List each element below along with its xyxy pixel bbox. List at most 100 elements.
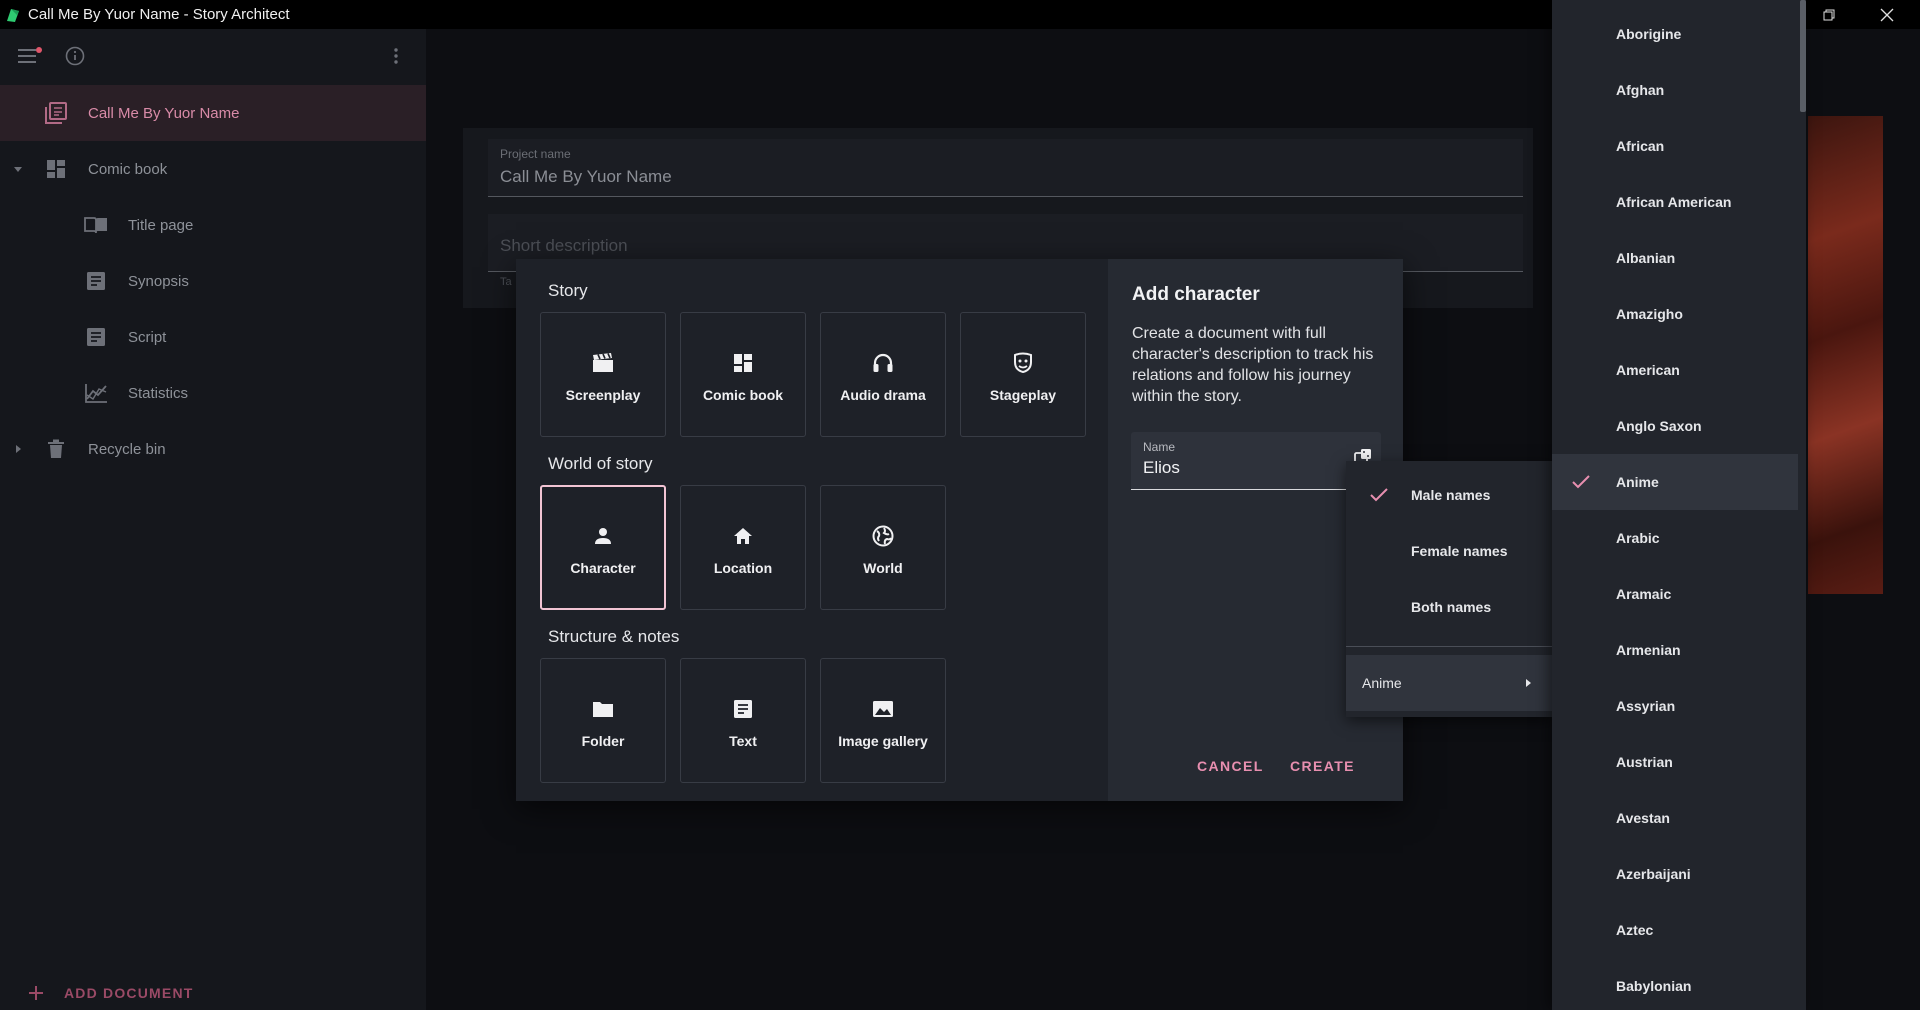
menu-item-both-names[interactable]: Both names	[1346, 579, 1552, 635]
tree-item-comic-book[interactable]: Comic book	[0, 141, 426, 197]
close-window-button[interactable]	[1858, 0, 1916, 29]
menu-item-female-names[interactable]: Female names	[1346, 523, 1552, 579]
project-name-field[interactable]: Project name Call Me By Yuor Name	[488, 139, 1523, 197]
short-description-placeholder: Short description	[500, 236, 628, 255]
notification-dot	[36, 47, 42, 53]
origin-list-item[interactable]: Aztec	[1552, 902, 1798, 958]
project-name-value: Call Me By Yuor Name	[500, 167, 672, 186]
tree-item-label: Comic book	[88, 160, 168, 178]
tree-item-title-page[interactable]: Title page	[0, 197, 426, 253]
tree-item-label: Recycle bin	[88, 440, 166, 458]
name-options-menu: Male names Female names Both names Anime	[1346, 461, 1552, 717]
origin-list-item[interactable]: Aborigine	[1552, 6, 1798, 62]
character-name-input[interactable]	[1143, 458, 1343, 478]
tile-label: Text	[729, 733, 757, 749]
restore-icon	[1823, 9, 1835, 20]
menu-divider	[1346, 646, 1552, 647]
chevron-down-icon[interactable]	[13, 164, 23, 174]
character-name-field[interactable]: Name	[1131, 432, 1381, 490]
origin-list-item[interactable]: Avestan	[1552, 790, 1798, 846]
dashboard-icon	[47, 160, 65, 178]
more-vert-icon[interactable]	[393, 47, 399, 65]
origin-list-item-label: Amazigho	[1616, 306, 1683, 322]
add-document-button[interactable]: ADD DOCUMENT	[28, 985, 194, 1001]
menu-item-label: Both names	[1411, 599, 1492, 615]
tile-label: World	[863, 560, 903, 576]
cancel-button[interactable]: CANCEL	[1197, 758, 1264, 774]
menu-item-male-names[interactable]: Male names	[1346, 467, 1552, 523]
origin-list-item[interactable]: Amazigho	[1552, 286, 1798, 342]
origin-list-item[interactable]: African	[1552, 118, 1798, 174]
origin-list-item-label: African	[1616, 138, 1665, 154]
restore-window-button[interactable]	[1800, 0, 1858, 29]
tree-item-label: Statistics	[128, 384, 189, 402]
folder-icon	[593, 702, 613, 717]
tree-item-statistics[interactable]: Statistics	[0, 365, 426, 421]
tree-item-recycle-bin[interactable]: Recycle bin	[0, 421, 426, 477]
tile-text[interactable]: Text	[680, 658, 806, 783]
tree-item-script[interactable]: Script	[0, 309, 426, 365]
tile-screenplay[interactable]: Screenplay	[540, 312, 666, 437]
check-icon	[1572, 475, 1590, 489]
origin-list-item-label: African American	[1616, 194, 1732, 210]
project-icon	[45, 102, 67, 124]
chevron-right-icon[interactable]	[13, 444, 23, 454]
hamburger-menu-icon[interactable]	[17, 48, 37, 64]
tree-item-label: Script	[128, 328, 167, 346]
tree-item-label: Call Me By Yuor Name	[88, 104, 240, 122]
origin-list-item[interactable]: Arabic	[1552, 510, 1798, 566]
origin-list-item-label: Babylonian	[1616, 978, 1692, 994]
origin-list-item[interactable]: Armenian	[1552, 622, 1798, 678]
create-button[interactable]: CREATE	[1290, 758, 1355, 774]
character-name-label: Name	[1143, 440, 1176, 454]
text-doc-icon	[734, 700, 752, 718]
origin-list-item[interactable]: Albanian	[1552, 230, 1798, 286]
tile-location[interactable]: Location	[680, 485, 806, 610]
origin-list-item[interactable]: Anime	[1552, 454, 1798, 510]
navigator-sidebar: Call Me By Yuor Name Comic book Title pa…	[0, 29, 426, 1010]
close-icon	[1880, 8, 1894, 21]
globe-icon	[872, 525, 894, 547]
tile-comic-book[interactable]: Comic book	[680, 312, 806, 437]
origin-list-item[interactable]: Aramaic	[1552, 566, 1798, 622]
tile-stageplay[interactable]: Stageplay	[960, 312, 1086, 437]
home-icon	[734, 528, 752, 544]
tile-label: Location	[713, 560, 773, 576]
origin-list-item-label: Aztec	[1616, 922, 1654, 938]
tree-item-synopsis[interactable]: Synopsis	[0, 253, 426, 309]
plus-icon	[29, 986, 43, 1000]
tile-character[interactable]: Character	[540, 485, 666, 610]
tile-label: Audio drama	[840, 387, 926, 403]
tile-label: Character	[570, 560, 636, 576]
add-document-label: ADD DOCUMENT	[64, 985, 194, 1001]
origin-list-item[interactable]: Anglo Saxon	[1552, 398, 1798, 454]
tile-label: Image gallery	[838, 733, 928, 749]
origin-list-item[interactable]: Austrian	[1552, 734, 1798, 790]
tile-world[interactable]: World	[820, 485, 946, 610]
trash-icon	[48, 439, 64, 458]
dialog-description: Create a document with full character's …	[1132, 325, 1374, 405]
list-scrollbar[interactable]	[1800, 0, 1806, 112]
info-icon[interactable]	[65, 46, 85, 66]
tile-label: Screenplay	[565, 387, 641, 403]
origin-list-item[interactable]: Azerbaijani	[1552, 846, 1798, 902]
origin-list-item-label: Arabic	[1616, 530, 1660, 546]
tags-label: Ta	[500, 276, 512, 288]
chevron-right-icon	[1526, 679, 1531, 687]
origin-list-item[interactable]: African American	[1552, 174, 1798, 230]
origin-list-item[interactable]: Assyrian	[1552, 678, 1798, 734]
origin-list-item[interactable]: Babylonian	[1552, 958, 1798, 1010]
tile-audio-drama[interactable]: Audio drama	[820, 312, 946, 437]
tree-item-label: Title page	[128, 216, 194, 234]
name-origin-list[interactable]: Aborigine Afghan African African American Al…	[1552, 0, 1806, 1010]
tree-item-project[interactable]: Call Me By Yuor Name	[0, 85, 426, 141]
tile-image-gallery[interactable]: Image gallery	[820, 658, 946, 783]
origin-list-item-label: Armenian	[1616, 642, 1681, 658]
chart-icon	[85, 384, 107, 403]
origin-list-item[interactable]: Afghan	[1552, 62, 1798, 118]
origin-list-item-label: Azerbaijani	[1616, 866, 1691, 882]
tile-folder[interactable]: Folder	[540, 658, 666, 783]
origin-list-item[interactable]: American	[1552, 342, 1798, 398]
dashboard-icon	[734, 354, 752, 372]
menu-item-origin-submenu[interactable]: Anime	[1346, 655, 1552, 711]
